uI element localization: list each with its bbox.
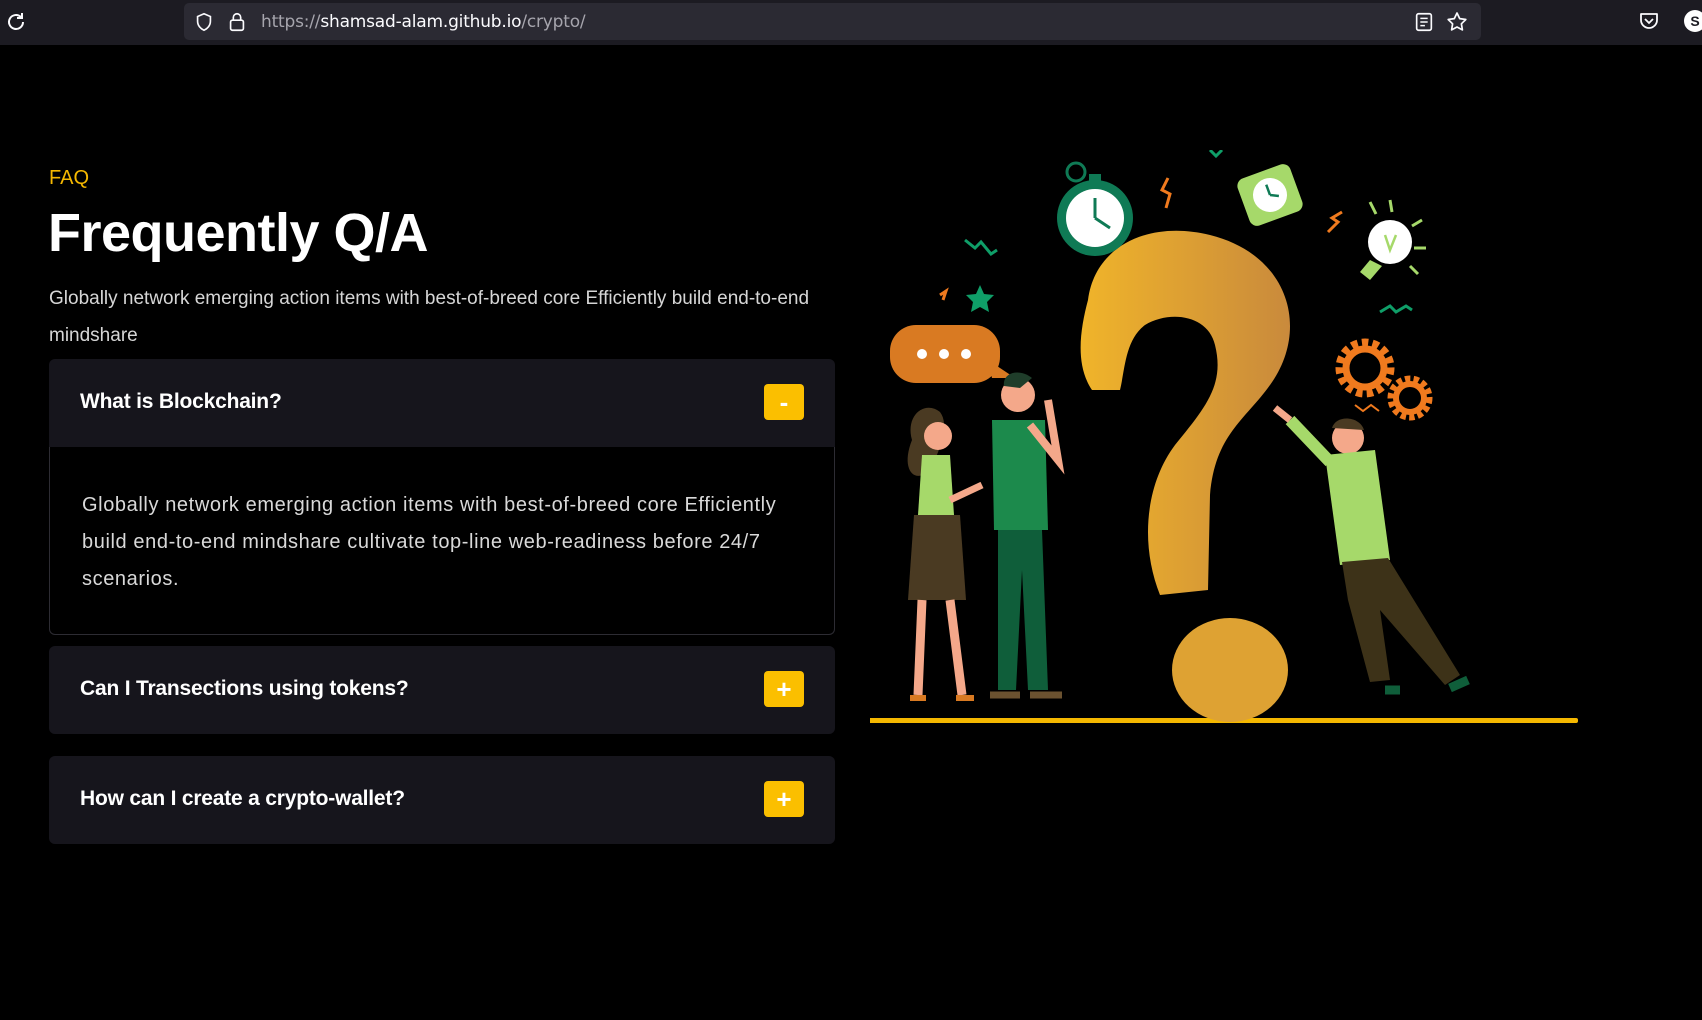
man-pushing-figure <box>1272 405 1470 695</box>
man-looking-up-figure <box>990 372 1065 699</box>
faq-question: How can I create a crypto-wallet? <box>80 787 405 810</box>
faq-item: What is Blockchain? - Globally network e… <box>49 359 835 635</box>
faq-item: Can I Transections using tokens? + <box>49 646 835 734</box>
expand-toggle-button[interactable]: + <box>764 781 804 817</box>
url-domain: shamsad-alam.github.io <box>320 12 522 32</box>
section-eyebrow: FAQ <box>49 167 90 189</box>
faq-question: What is Blockchain? <box>80 390 282 413</box>
faq-answer: Globally network emerging action items w… <box>82 494 777 590</box>
stopwatch-icon <box>1057 161 1133 256</box>
faq-illustration <box>870 150 1578 723</box>
reload-icon[interactable] <box>4 10 28 34</box>
faq-answer-panel: Globally network emerging action items w… <box>49 447 835 635</box>
faq-question-header[interactable]: What is Blockchain? - <box>49 359 835 447</box>
browser-toolbar: https://shamsad-alam.github.io/crypto/ S <box>0 0 1702 45</box>
lock-icon[interactable] <box>226 11 248 33</box>
woman-figure <box>907 407 984 701</box>
account-avatar[interactable]: S <box>1684 10 1702 32</box>
expand-toggle-button[interactable]: + <box>764 671 804 707</box>
address-bar[interactable]: https://shamsad-alam.github.io/crypto/ <box>184 3 1481 40</box>
bookmark-star-icon[interactable] <box>1445 10 1469 34</box>
url-text[interactable]: https://shamsad-alam.github.io/crypto/ <box>261 12 586 32</box>
reader-view-icon[interactable] <box>1413 11 1435 33</box>
shield-icon[interactable] <box>193 11 215 33</box>
faq-item: How can I create a crypto-wallet? + <box>49 756 835 844</box>
faq-question-header[interactable]: Can I Transections using tokens? + <box>49 646 835 734</box>
gears-icon <box>1335 338 1433 421</box>
faq-question: Can I Transections using tokens? <box>80 677 409 700</box>
question-mark-icon <box>1080 230 1290 722</box>
collapse-toggle-button[interactable]: - <box>764 384 804 420</box>
section-title: Frequently Q/A <box>48 203 429 263</box>
speech-bubble-icon <box>890 325 1015 383</box>
clock-icon <box>1237 164 1303 226</box>
lightbulb-icon <box>1360 199 1426 280</box>
faq-question-header[interactable]: How can I create a crypto-wallet? + <box>49 756 835 844</box>
pocket-icon[interactable] <box>1637 9 1661 33</box>
url-protocol: https:// <box>261 12 321 32</box>
section-intro: Globally network emerging action items w… <box>49 288 810 346</box>
url-path: /crypto/ <box>521 12 586 32</box>
